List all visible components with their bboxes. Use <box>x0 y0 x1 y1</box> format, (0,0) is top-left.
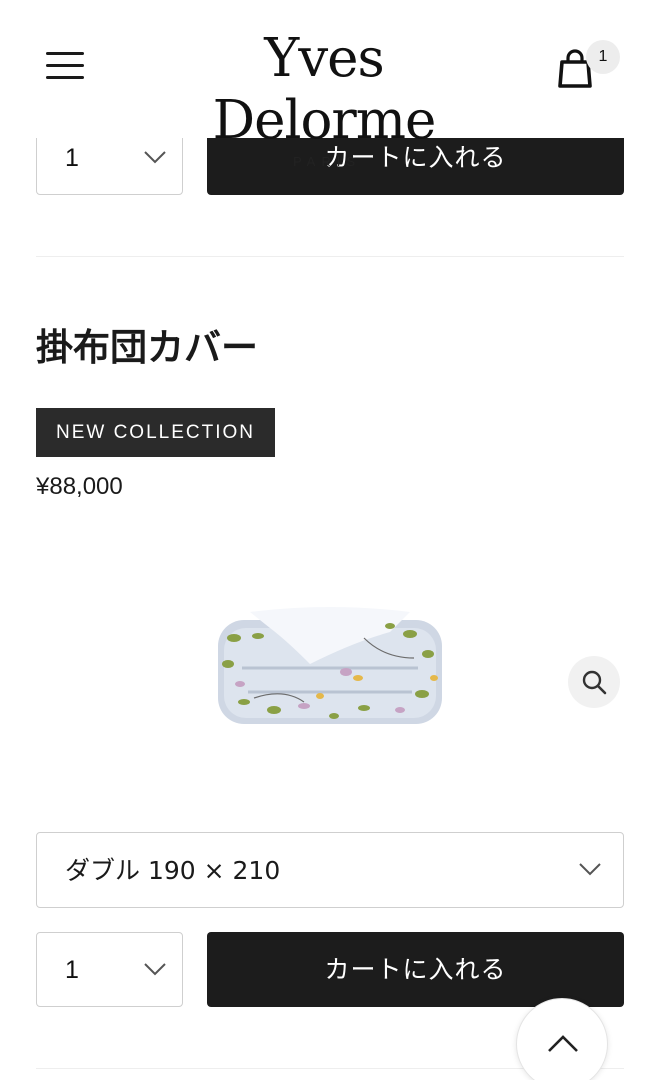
brand-logo[interactable]: Yves Delorme PARIS <box>150 28 498 169</box>
quantity-select[interactable]: 1 <box>36 932 183 1007</box>
hamburger-menu-icon[interactable] <box>46 50 84 82</box>
duvet-cover-image[interactable] <box>214 598 446 730</box>
product-price: ¥88,000 <box>36 473 123 500</box>
chevron-down-icon <box>579 863 601 876</box>
site-header: Yves Delorme PARIS 1 <box>0 0 660 169</box>
search-icon <box>582 670 607 695</box>
cart-button[interactable]: 1 <box>552 40 622 96</box>
brand-subtitle: PARIS <box>292 154 362 169</box>
product-title: 掛布団カバー <box>36 326 258 369</box>
cart-count-badge: 1 <box>586 40 620 74</box>
brand-name: Yves Delorme <box>212 28 437 151</box>
add-to-cart-button[interactable]: カートに入れる <box>207 932 624 1007</box>
size-select[interactable]: ダブル 190 × 210 <box>36 832 624 908</box>
quantity-value: 1 <box>65 956 79 984</box>
divider <box>36 256 624 257</box>
back-to-top-button[interactable] <box>516 998 608 1080</box>
chevron-down-icon <box>144 963 166 976</box>
new-collection-badge: NEW COLLECTION <box>36 408 275 457</box>
zoom-button[interactable] <box>568 656 620 708</box>
size-select-value: ダブル 190 × 210 <box>65 856 281 885</box>
chevron-up-icon <box>548 1035 578 1052</box>
